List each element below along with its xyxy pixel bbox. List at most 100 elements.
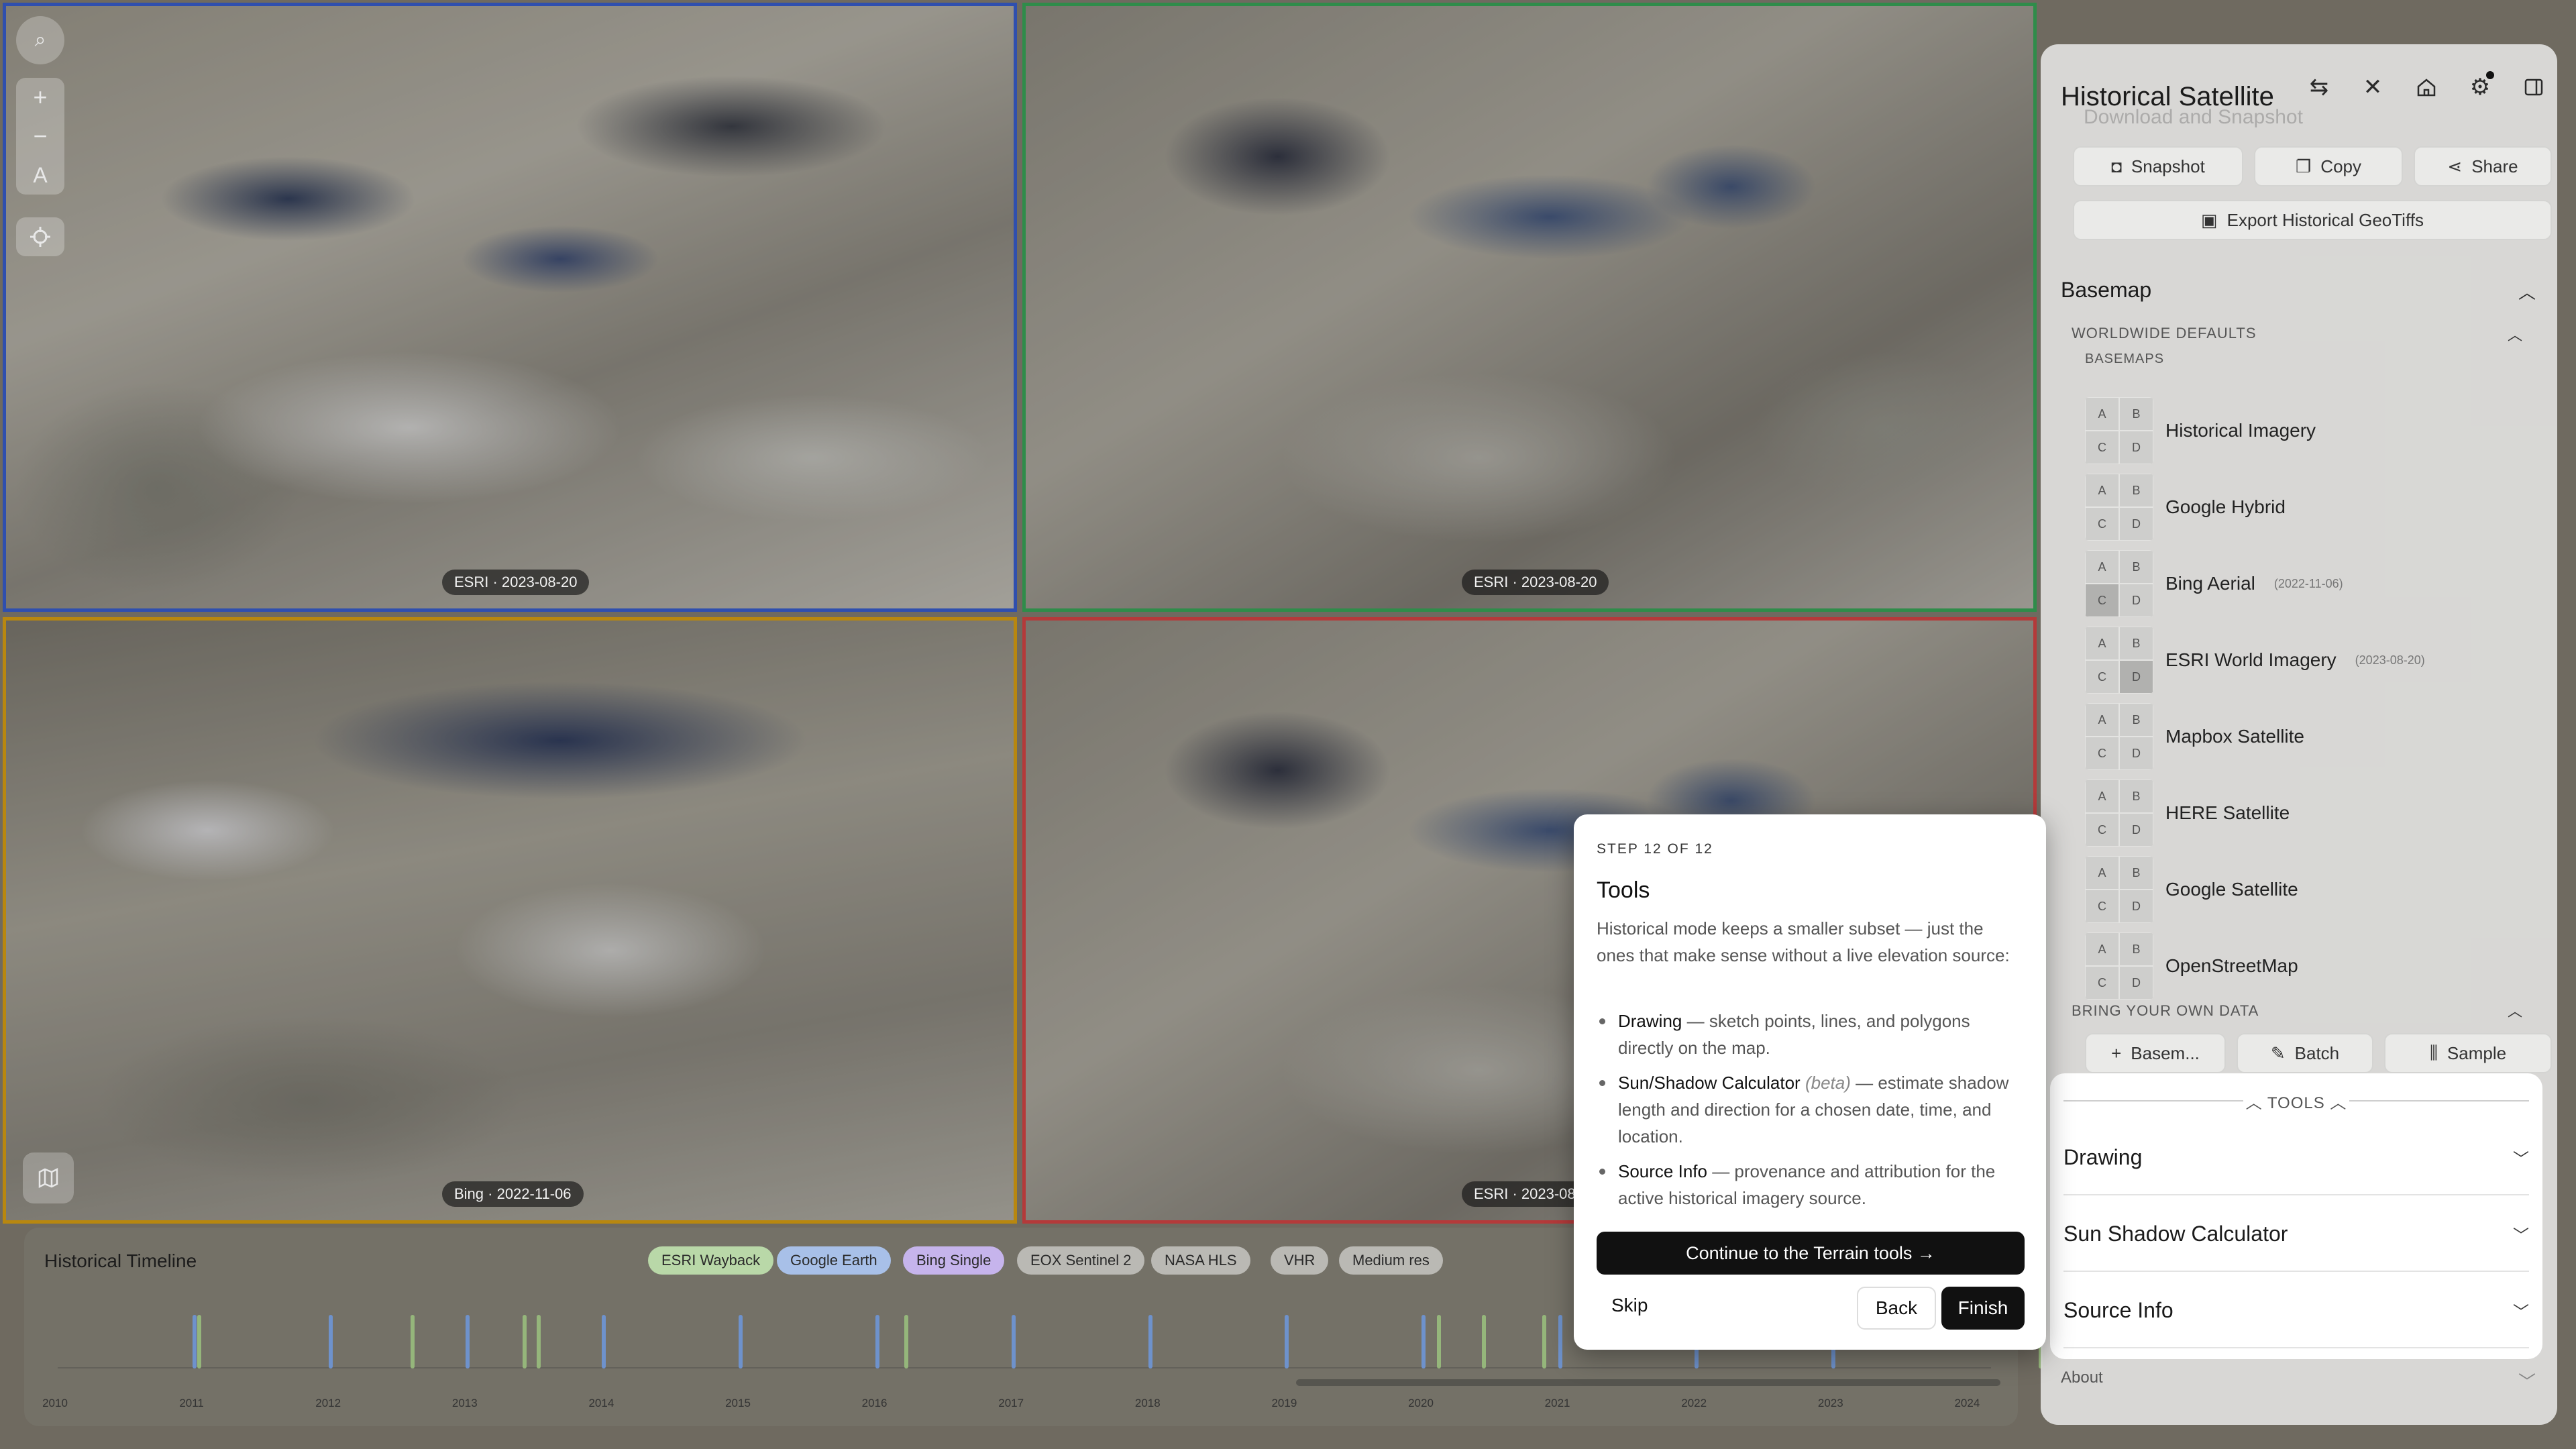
quadrant-cell-d[interactable]: D: [2119, 966, 2153, 1000]
quadrant-cell-d[interactable]: D: [2119, 431, 2153, 464]
chevron-up-icon[interactable]: ︿: [2508, 1000, 2522, 1021]
zoom-out-button[interactable]: −: [16, 117, 64, 156]
export-geotiffs-button[interactable]: ▣ Export Historical GeoTiffs: [2073, 200, 2552, 240]
about-section[interactable]: About: [2061, 1368, 2103, 1387]
basemap-row[interactable]: A B C D Google Satellite: [2085, 856, 2298, 923]
zoom-in-button[interactable]: +: [16, 78, 64, 117]
bring-your-own-data-label[interactable]: BRING YOUR OWN DATA: [2072, 1002, 2259, 1020]
quadrant-selector[interactable]: ABCD: [2085, 856, 2153, 923]
imagery-tick[interactable]: [739, 1315, 743, 1368]
quadrant-cell-d[interactable]: D: [2119, 660, 2153, 694]
imagery-tick[interactable]: [192, 1315, 197, 1368]
quadrant-selector[interactable]: ABCD: [2085, 703, 2153, 770]
quadrant-selector[interactable]: ABCD: [2085, 474, 2153, 541]
quadrant-selector[interactable]: ABCD: [2085, 550, 2153, 617]
imagery-tick[interactable]: [523, 1315, 527, 1368]
imagery-tick[interactable]: [197, 1315, 201, 1368]
finish-button[interactable]: Finish: [1941, 1287, 2025, 1330]
source-chip-bing-single[interactable]: Bing Single: [903, 1246, 1005, 1275]
quadrant-selector[interactable]: ABCD: [2085, 627, 2153, 694]
basemap-row[interactable]: A B C D Mapbox Satellite: [2085, 703, 2304, 770]
quadrant-cell-a[interactable]: A: [2085, 703, 2119, 737]
tool-sun-shadow-calculator[interactable]: Sun Shadow Calculator ﹀: [2063, 1197, 2529, 1272]
basemap-row[interactable]: A B C D Google Hybrid: [2085, 474, 2286, 541]
source-chip-eox-sentinel-2[interactable]: EOX Sentinel 2: [1017, 1246, 1145, 1275]
quadrant-cell-a[interactable]: A: [2085, 550, 2119, 584]
share-button[interactable]: ⋖ Share: [2414, 146, 2552, 186]
search-map-button[interactable]: ⌕: [16, 16, 64, 64]
map-view-top-right[interactable]: ESRI · 2023-08-20: [1022, 3, 2037, 612]
quadrant-cell-d[interactable]: D: [2119, 890, 2153, 923]
quadrant-cell-b[interactable]: B: [2119, 856, 2153, 890]
copy-button[interactable]: ❐ Copy: [2254, 146, 2403, 186]
quadrant-cell-d[interactable]: D: [2119, 584, 2153, 617]
imagery-tick[interactable]: [1542, 1315, 1547, 1368]
tools-section-label[interactable]: ︿ TOOLS ︿: [2050, 1089, 2542, 1113]
quadrant-cell-a[interactable]: A: [2085, 856, 2119, 890]
locate-button[interactable]: [16, 217, 64, 256]
toggle-sidebar-button[interactable]: [2510, 67, 2557, 107]
source-chip-nasa-hls[interactable]: NASA HLS: [1151, 1246, 1250, 1275]
quadrant-cell-a[interactable]: A: [2085, 397, 2119, 431]
timeline-scrollbar[interactable]: [1296, 1379, 2000, 1386]
quadrant-cell-d[interactable]: D: [2119, 813, 2153, 847]
back-button[interactable]: Back: [1857, 1287, 1936, 1330]
quadrant-selector[interactable]: ABCD: [2085, 780, 2153, 847]
tool-drawing[interactable]: Drawing ﹀: [2063, 1120, 2529, 1195]
imagery-tick[interactable]: [1012, 1315, 1016, 1368]
imagery-tick[interactable]: [904, 1315, 908, 1368]
quadrant-cell-a[interactable]: A: [2085, 780, 2119, 813]
basemap-row[interactable]: A B C D Historical Imagery: [2085, 397, 2316, 464]
imagery-tick[interactable]: [1421, 1315, 1426, 1368]
quadrant-cell-c[interactable]: C: [2085, 507, 2119, 541]
quadrant-cell-c[interactable]: C: [2085, 584, 2119, 617]
quadrant-selector[interactable]: ABCD: [2085, 397, 2153, 464]
quadrant-cell-c[interactable]: C: [2085, 431, 2119, 464]
imagery-tick[interactable]: [875, 1315, 879, 1368]
source-chip-medium-res[interactable]: Medium res: [1339, 1246, 1443, 1275]
quadrant-cell-c[interactable]: C: [2085, 966, 2119, 1000]
chevron-up-icon[interactable]: ︿: [2508, 323, 2522, 345]
source-chip-vhr[interactable]: VHR: [1271, 1246, 1329, 1275]
imagery-tick[interactable]: [1436, 1315, 1441, 1368]
quadrant-cell-a[interactable]: A: [2085, 932, 2119, 966]
imagery-tick[interactable]: [1558, 1315, 1562, 1368]
imagery-tick[interactable]: [602, 1315, 606, 1368]
quadrant-cell-b[interactable]: B: [2119, 780, 2153, 813]
source-chip-esri-wayback[interactable]: ESRI Wayback: [648, 1246, 774, 1275]
add-basemap-button[interactable]: + Basem...: [2085, 1033, 2226, 1073]
basemap-row[interactable]: A B C D OpenStreetMap: [2085, 932, 2298, 1000]
collapse-button[interactable]: ✕: [2349, 67, 2396, 107]
quadrant-cell-a[interactable]: A: [2085, 474, 2119, 507]
quadrant-cell-c[interactable]: C: [2085, 813, 2119, 847]
quadrant-cell-c[interactable]: C: [2085, 890, 2119, 923]
imagery-tick[interactable]: [1285, 1315, 1289, 1368]
quadrant-cell-a[interactable]: A: [2085, 627, 2119, 660]
tool-source-info[interactable]: Source Info ﹀: [2063, 1273, 2529, 1348]
settings-button[interactable]: ⚙: [2457, 67, 2504, 107]
basemap-section-title[interactable]: Basemap: [2061, 278, 2151, 303]
compass-north-button[interactable]: A: [16, 156, 64, 195]
quadrant-cell-b[interactable]: B: [2119, 627, 2153, 660]
quadrant-cell-c[interactable]: C: [2085, 737, 2119, 770]
quadrant-cell-d[interactable]: D: [2119, 737, 2153, 770]
quadrant-cell-d[interactable]: D: [2119, 507, 2153, 541]
quadrant-cell-b[interactable]: B: [2119, 550, 2153, 584]
quadrant-selector[interactable]: ABCD: [2085, 932, 2153, 1000]
basemap-row[interactable]: A B C D ESRI World Imagery (2023-08-20): [2085, 627, 2425, 694]
sample-button[interactable]: ⫼ Sample: [2384, 1033, 2552, 1073]
swap-button[interactable]: ⇆: [2296, 67, 2343, 107]
quadrant-cell-b[interactable]: B: [2119, 932, 2153, 966]
imagery-tick[interactable]: [536, 1315, 541, 1368]
continue-terrain-tools-button[interactable]: Continue to the Terrain tools →: [1597, 1232, 2025, 1275]
chevron-up-icon[interactable]: ︿: [2518, 279, 2536, 304]
quadrant-cell-c[interactable]: C: [2085, 660, 2119, 694]
imagery-tick[interactable]: [465, 1315, 470, 1368]
chevron-down-icon[interactable]: ﹀: [2518, 1368, 2536, 1393]
imagery-tick[interactable]: [1148, 1315, 1152, 1368]
imagery-tick[interactable]: [1481, 1315, 1486, 1368]
quadrant-cell-b[interactable]: B: [2119, 474, 2153, 507]
basemap-layers-button[interactable]: [23, 1152, 74, 1203]
imagery-tick[interactable]: [329, 1315, 333, 1368]
quadrant-cell-b[interactable]: B: [2119, 397, 2153, 431]
